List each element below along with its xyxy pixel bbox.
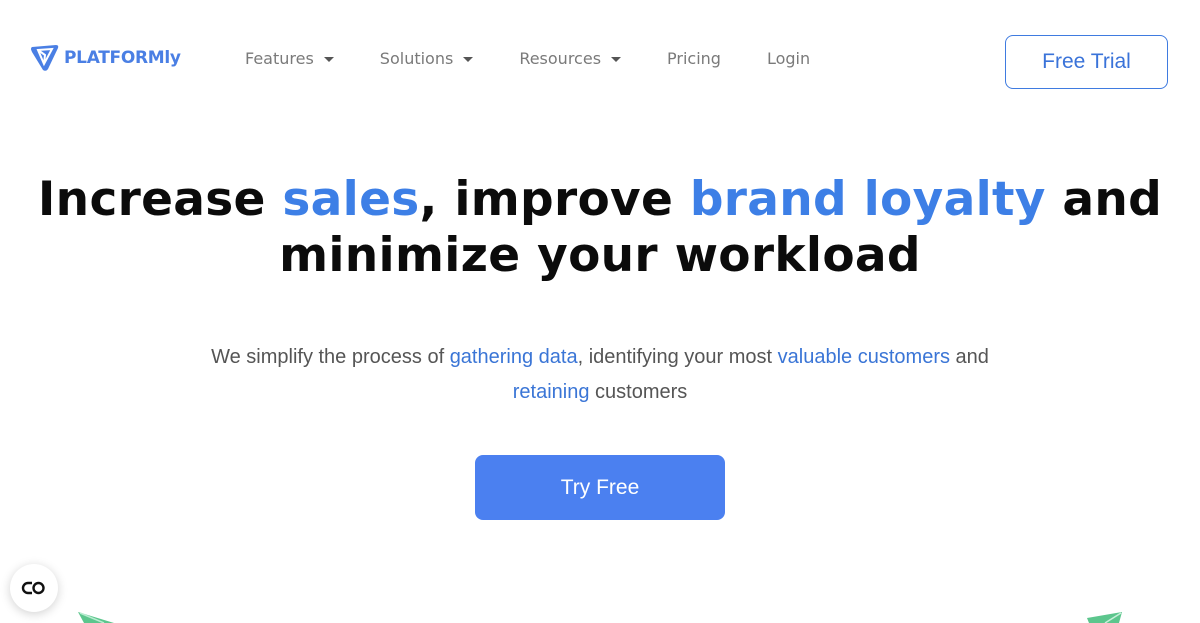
subtitle-highlight-gathering-data: gathering data xyxy=(449,346,578,368)
nav-solutions-label: Solutions xyxy=(379,49,454,68)
paper-plane-icon xyxy=(78,612,114,623)
title-line-2: minimize your workload xyxy=(279,228,921,283)
logo-text: PLATFORMly xyxy=(64,48,181,68)
subtitle-highlight-retaining: retaining xyxy=(512,381,590,403)
nav-resources[interactable]: Resources xyxy=(519,49,622,68)
nav-login[interactable]: Login xyxy=(767,49,810,68)
nav-resources-label: Resources xyxy=(519,49,602,68)
nav-features-label: Features xyxy=(245,49,314,68)
subtitle-text: customers xyxy=(589,381,688,403)
caret-down-icon xyxy=(323,57,334,62)
caret-down-icon xyxy=(611,57,622,62)
nav-login-label: Login xyxy=(766,49,811,68)
subtitle-text: and xyxy=(949,346,989,368)
logo-icon xyxy=(31,45,59,71)
subtitle-text: , identifying your most xyxy=(577,346,778,368)
nav-pricing-label: Pricing xyxy=(667,49,721,68)
main-menu: Features Solutions Resources Pricing Log… xyxy=(245,49,810,68)
accessibility-toggle-button[interactable] xyxy=(10,564,58,612)
nav-features[interactable]: Features xyxy=(245,49,334,68)
hero-subtitle: We simplify the process of gathering dat… xyxy=(150,340,1050,410)
try-free-button[interactable]: Try Free xyxy=(475,455,725,520)
title-highlight-brand-loyalty: brand loyalty xyxy=(689,172,1046,227)
paper-plane-icon xyxy=(1087,612,1122,623)
title-text: and xyxy=(1045,172,1163,227)
logo[interactable]: PLATFORMly xyxy=(30,44,181,72)
nav-solutions[interactable]: Solutions xyxy=(380,49,474,68)
title-text: , improve xyxy=(419,172,690,227)
title-highlight-sales: sales xyxy=(282,172,420,227)
hero-title: Increase sales, improve brand loyalty an… xyxy=(0,172,1200,284)
nav-pricing[interactable]: Pricing xyxy=(667,49,721,68)
free-trial-button[interactable]: Free Trial xyxy=(1005,35,1168,89)
subtitle-highlight-valuable-customers: valuable customers xyxy=(777,346,950,368)
caret-down-icon xyxy=(463,57,474,62)
title-text: Increase xyxy=(37,172,283,227)
top-navigation: PLATFORMly Features Solutions Resources … xyxy=(0,0,1200,120)
subtitle-text: We simplify the process of xyxy=(211,346,450,368)
accessibility-toggle-icon xyxy=(21,581,45,595)
